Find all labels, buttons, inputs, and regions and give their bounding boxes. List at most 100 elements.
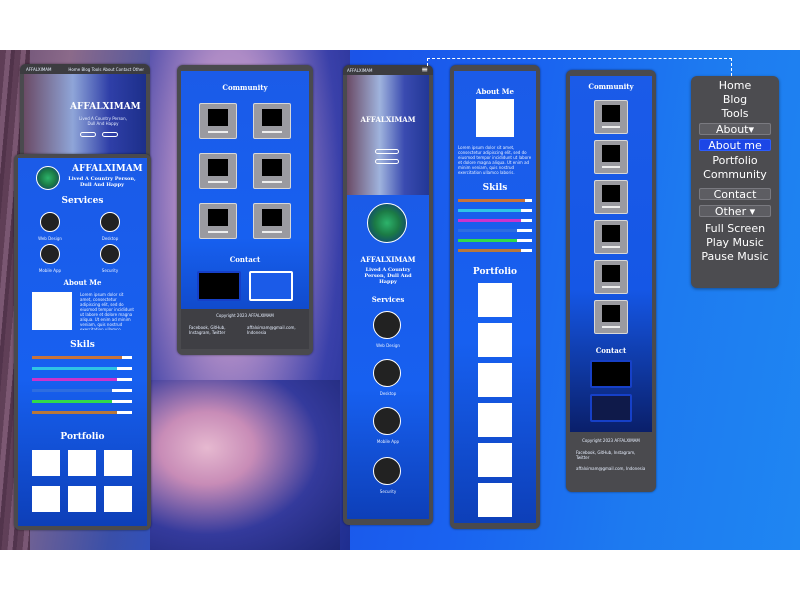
about-photo bbox=[32, 292, 72, 330]
mobile-brand-tagline: Lived A Country Person, Dull And Happy bbox=[364, 267, 412, 285]
nav-tools[interactable]: Tools bbox=[691, 107, 779, 120]
community-card[interactable] bbox=[594, 260, 628, 294]
community-card[interactable] bbox=[199, 103, 237, 139]
about-photo bbox=[476, 99, 514, 137]
portfolio-item[interactable] bbox=[32, 486, 60, 512]
skills-heading: Skils bbox=[70, 340, 95, 350]
portfolio-item[interactable] bbox=[68, 450, 96, 476]
service-label-1: Web Design bbox=[38, 236, 62, 241]
skills-heading: Skils bbox=[482, 183, 508, 193]
portfolio-item[interactable] bbox=[104, 450, 132, 476]
skill-bar bbox=[458, 219, 532, 222]
about-text: Lorem ipsum dolor sit amet, consectetur … bbox=[458, 145, 532, 175]
nav-community[interactable]: Community bbox=[691, 168, 779, 181]
skill-bar bbox=[32, 356, 132, 359]
contact-window-icon[interactable] bbox=[249, 271, 293, 301]
hero-title: AFFALXIMAM bbox=[70, 102, 141, 112]
contact-heading: Contact bbox=[229, 255, 261, 264]
service-label: Desktop bbox=[379, 391, 397, 396]
footer-social-links[interactable]: Facebook, GitHub, Instagram, Twitter bbox=[576, 450, 646, 460]
community-card[interactable] bbox=[253, 203, 291, 239]
hero-read-more-button[interactable] bbox=[80, 132, 96, 137]
portfolio-item[interactable] bbox=[104, 486, 132, 512]
service-desktop-icon[interactable] bbox=[373, 359, 401, 387]
mockup-mobile-services: AFFALXIMAM ≡ AFFALXIMAM AFFALXIMAM Lived… bbox=[343, 65, 433, 525]
contact-window-icon[interactable] bbox=[590, 394, 632, 422]
service-security-icon[interactable] bbox=[373, 457, 401, 485]
mobile-hero-button[interactable] bbox=[375, 149, 399, 154]
skill-bar bbox=[32, 389, 132, 392]
skill-bar bbox=[458, 239, 532, 242]
mobile-title: AFFALXIMAM bbox=[72, 164, 143, 174]
nav-about-dropdown[interactable]: About▾ bbox=[699, 123, 771, 135]
skill-bar bbox=[458, 209, 532, 212]
dropdown-nav-menu: Home Blog Tools About▾ About me Portfoli… bbox=[691, 76, 779, 288]
skill-bar bbox=[32, 378, 132, 381]
portfolio-item[interactable] bbox=[478, 483, 512, 517]
about-text: Lorem ipsum dolor sit amet, consectetur … bbox=[80, 292, 134, 330]
community-card[interactable] bbox=[594, 100, 628, 134]
nav-about-me[interactable]: About me bbox=[699, 139, 771, 151]
footer-copyright: Copyright 2023 AFFALXIMAM bbox=[216, 313, 274, 318]
portfolio-item[interactable] bbox=[68, 486, 96, 512]
community-card[interactable] bbox=[594, 140, 628, 174]
mobile-services-heading: Services bbox=[371, 295, 405, 304]
service-mobile-icon[interactable] bbox=[40, 244, 60, 264]
contact-heading: Contact bbox=[595, 346, 627, 355]
nav-home[interactable]: Home bbox=[691, 79, 779, 92]
nav-pause-music[interactable]: Pause Music bbox=[691, 250, 779, 263]
skill-bar bbox=[458, 229, 532, 232]
service-label-3: Mobile App bbox=[38, 268, 62, 273]
skill-bar bbox=[32, 411, 132, 414]
service-label: Mobile App bbox=[376, 439, 400, 444]
service-desktop-icon[interactable] bbox=[100, 212, 120, 232]
community-card[interactable] bbox=[594, 300, 628, 334]
logo-icon bbox=[36, 166, 60, 190]
nav-other-dropdown[interactable]: Other ▾ bbox=[699, 205, 771, 217]
portfolio-item[interactable] bbox=[32, 450, 60, 476]
mobile-hero-button[interactable] bbox=[375, 159, 399, 164]
portfolio-heading: Portfolio bbox=[60, 432, 105, 442]
community-card[interactable] bbox=[253, 103, 291, 139]
portfolio-item[interactable] bbox=[478, 443, 512, 477]
nav-portfolio[interactable]: Portfolio bbox=[691, 154, 779, 167]
portfolio-item[interactable] bbox=[478, 323, 512, 357]
community-card[interactable] bbox=[594, 220, 628, 254]
menu-connector-line bbox=[427, 58, 732, 66]
hero-tagline: Lived A Country Person, Dull And Happy bbox=[79, 116, 127, 126]
community-card[interactable] bbox=[253, 153, 291, 189]
portfolio-item[interactable] bbox=[478, 363, 512, 397]
service-label: Security bbox=[379, 489, 397, 494]
nav-full-screen[interactable]: Full Screen bbox=[691, 222, 779, 235]
hero-contact-button[interactable] bbox=[102, 132, 118, 137]
skill-bar bbox=[458, 249, 532, 252]
footer-copyright: Copyright 2023 AFFALXIMAM bbox=[582, 438, 640, 443]
header-nav-links[interactable]: Home Blog Tools About Contact Other bbox=[68, 67, 144, 72]
about-heading: About Me bbox=[63, 278, 102, 287]
service-web-icon[interactable] bbox=[373, 311, 401, 339]
nav-contact[interactable]: Contact bbox=[699, 188, 771, 200]
nav-play-music[interactable]: Play Music bbox=[691, 236, 779, 249]
community-card[interactable] bbox=[594, 180, 628, 214]
mockup-mobile-about: About Me Lorem ipsum dolor sit amet, con… bbox=[450, 65, 540, 529]
hamburger-menu-icon[interactable]: ≡ bbox=[421, 66, 428, 74]
nav-blog[interactable]: Blog bbox=[691, 93, 779, 106]
mobile-tagline: Lived A Country Person, Dull And Happy bbox=[68, 176, 136, 188]
mobile-brand-title: AFFALXIMAM bbox=[360, 255, 416, 264]
menu-connector-line bbox=[731, 58, 732, 76]
mobile-header-name: AFFALXIMAM bbox=[347, 68, 373, 73]
community-card[interactable] bbox=[199, 153, 237, 189]
skill-bar bbox=[32, 400, 132, 403]
service-web-icon[interactable] bbox=[40, 212, 60, 232]
portfolio-item[interactable] bbox=[478, 403, 512, 437]
community-heading: Community bbox=[222, 83, 268, 92]
skill-bar bbox=[458, 199, 532, 202]
service-security-icon[interactable] bbox=[100, 244, 120, 264]
mockup-mobile-full-page: AFFALXIMAM Lived A Country Person, Dull … bbox=[14, 154, 151, 530]
contact-monitor-icon[interactable] bbox=[197, 271, 241, 301]
service-mobile-icon[interactable] bbox=[373, 407, 401, 435]
community-card[interactable] bbox=[199, 203, 237, 239]
footer-social-links[interactable]: Facebook, GitHub, Instagram, Twitter bbox=[189, 325, 241, 335]
contact-monitor-icon[interactable] bbox=[590, 360, 632, 388]
portfolio-item[interactable] bbox=[478, 283, 512, 317]
